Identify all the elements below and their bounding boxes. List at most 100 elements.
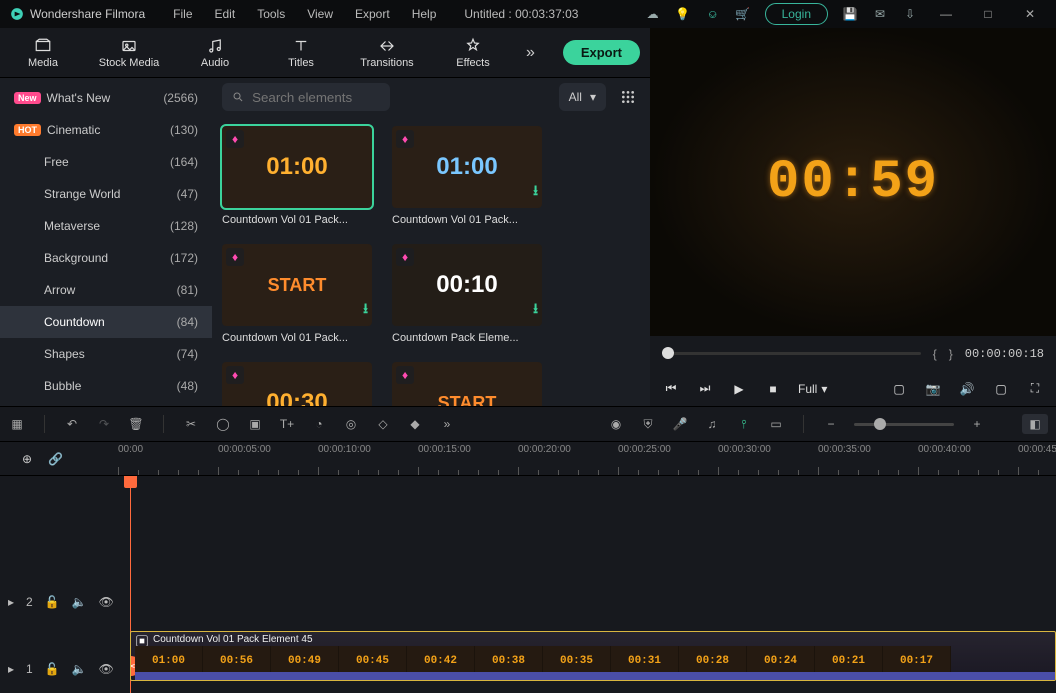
tree-item[interactable]: Metaverse(128) [0,210,212,242]
tabs-more-icon[interactable]: » [526,44,535,62]
shield-icon[interactable]: ⛨ [639,415,657,433]
mixer-icon[interactable]: ♫ [703,415,721,433]
menu-help[interactable]: Help [402,3,447,25]
tree-item[interactable]: Free(164) [0,146,212,178]
mark-out-icon[interactable]: } [949,347,953,361]
mask-icon[interactable]: ◆ [406,415,424,433]
mute-icon[interactable]: 🔈 [72,662,87,676]
speed-icon[interactable]: ◔ [310,415,328,433]
tab-titles[interactable]: Titles [268,37,334,69]
voiceover-icon[interactable]: 🎤 [671,415,689,433]
login-button[interactable]: Login [765,3,828,25]
search-box[interactable] [222,83,390,111]
preview-progress[interactable] [662,352,921,355]
crop-icon[interactable]: ▣ [246,415,264,433]
snapshot-icon[interactable]: 📷 [924,380,942,398]
element-card[interactable]: ♦START⭳ [392,362,552,406]
undo-button[interactable]: ↶ [63,415,81,433]
download-icon[interactable]: ⭳ [363,298,368,322]
fullscreen-icon[interactable]: ⛶ [1026,380,1044,398]
download-icon[interactable]: ⇩ [902,6,918,22]
cloud-icon[interactable]: ☁ [645,6,661,22]
zoom-out-icon[interactable]: − [822,415,840,433]
tab-media[interactable]: Media [10,37,76,69]
filter-dropdown[interactable]: All▾ [559,83,606,111]
timeline-clip[interactable]: ✂ Countdown Vol 01 Pack Element 45 01:00… [130,631,1056,681]
tree-item[interactable]: Bubble(48) [0,370,212,402]
download-icon[interactable]: ⭳ [533,180,538,204]
download-icon[interactable]: ⭳ [533,298,538,322]
marker-icon[interactable]: ◉ [607,415,625,433]
support-icon[interactable]: ⎉ [705,6,721,22]
tab-stock-media[interactable]: Stock Media [96,37,162,69]
element-grid[interactable]: ♦01:00Countdown Vol 01 Pack...♦01:00⭳Cou… [212,116,650,406]
redo-button[interactable]: ↷ [95,415,113,433]
two-pane-icon[interactable]: ◧ [1022,414,1048,434]
export-button[interactable]: Export [563,40,640,65]
tab-audio[interactable]: Audio [182,37,248,69]
tree-item[interactable]: Arrow(81) [0,274,212,306]
menu-export[interactable]: Export [345,3,400,25]
mute-icon[interactable]: 🔈 [72,595,87,609]
timeline-ruler[interactable]: ⊕ 🔗 00:0000:00:05:0000:00:10:0000:00:15:… [0,442,1056,476]
tree-item[interactable]: Background(172) [0,242,212,274]
zoom-mode[interactable]: Full▾ [798,382,827,396]
color-icon[interactable]: ◎ [342,415,360,433]
menu-edit[interactable]: Edit [205,3,246,25]
menu-tools[interactable]: Tools [247,3,295,25]
track-toggle-icon[interactable]: ▸ [8,595,14,609]
menu-file[interactable]: File [163,3,202,25]
tab-transitions[interactable]: Transitions [354,37,420,69]
preview-canvas[interactable]: 00:59 [650,28,1056,336]
text-icon[interactable]: T+ [278,415,296,433]
element-card[interactable]: ♦01:00Countdown Vol 01 Pack... [222,126,382,226]
lock-icon[interactable]: 🔓 [45,595,60,609]
layout-icon[interactable]: ▦ [8,415,26,433]
window-maximize[interactable]: □ [974,3,1002,25]
tree-item[interactable]: HOTCinematic(130) [0,114,212,146]
display-settings-icon[interactable]: ▢ [890,380,908,398]
track-header-2[interactable]: ▸2 🔓 🔈 👁 [0,586,118,618]
ruler-add-icon[interactable]: ⊕ [22,452,32,466]
timeline-tracks[interactable]: ▸2 🔓 🔈 👁 ▸1 🔓 🔈 👁 ✂ Countdown Vol 01 Pac… [0,476,1056,693]
zoom-in-icon[interactable]: + [968,415,986,433]
tree-item[interactable]: Countdown(84) [0,306,212,338]
cart-icon[interactable]: 🛒 [735,6,751,22]
eye-icon[interactable]: 👁 [99,595,114,609]
menu-view[interactable]: View [297,3,343,25]
element-card[interactable]: ♦00:10⭳Countdown Pack Eleme... [392,244,552,344]
ruler-link-icon[interactable]: 🔗 [48,452,63,466]
grid-view-icon[interactable] [616,85,640,109]
fit-icon[interactable]: ▭ [767,415,785,433]
delete-button[interactable]: 🗑 [127,415,145,433]
lock-icon[interactable]: 🔓 [45,662,60,676]
track-toggle-icon[interactable]: ▸ [8,662,14,676]
next-frame-button[interactable]: ⏭ [696,380,714,398]
category-tree[interactable]: NewWhat's New(2566)HOTCinematic(130)Free… [0,78,212,406]
keyframe-icon[interactable]: ◇ [374,415,392,433]
idea-icon[interactable]: 💡 [675,6,691,22]
tree-item[interactable]: Strange World(47) [0,178,212,210]
search-input[interactable] [252,90,380,105]
element-card[interactable]: ♦00:30⭳ [222,362,382,406]
window-close[interactable]: ✕ [1016,3,1044,25]
zoom-slider[interactable] [854,423,954,426]
element-card[interactable]: ♦01:00⭳Countdown Vol 01 Pack... [392,126,552,226]
stop-button[interactable]: ■ [764,380,782,398]
split-icon[interactable]: ✂ [182,415,200,433]
element-card[interactable]: ♦START⭳Countdown Vol 01 Pack... [222,244,382,344]
tab-effects[interactable]: Effects [440,37,506,69]
mail-icon[interactable]: ✉ [872,6,888,22]
prev-frame-button[interactable]: ⏮ [662,380,680,398]
eye-icon[interactable]: 👁 [99,662,114,676]
play-button[interactable]: ▶ [730,380,748,398]
track-header-1[interactable]: ▸1 🔓 🔈 👁 [0,653,118,685]
window-minimize[interactable]: — [932,3,960,25]
mark-in-icon[interactable]: { [933,347,937,361]
tree-item[interactable]: Shapes(74) [0,338,212,370]
more-tools-icon[interactable]: » [438,415,456,433]
save-icon[interactable]: 💾 [842,6,858,22]
tree-item[interactable]: NewWhat's New(2566) [0,82,212,114]
magnet-icon[interactable]: ⫯ [735,415,753,433]
tag-icon[interactable]: ◯ [214,415,232,433]
